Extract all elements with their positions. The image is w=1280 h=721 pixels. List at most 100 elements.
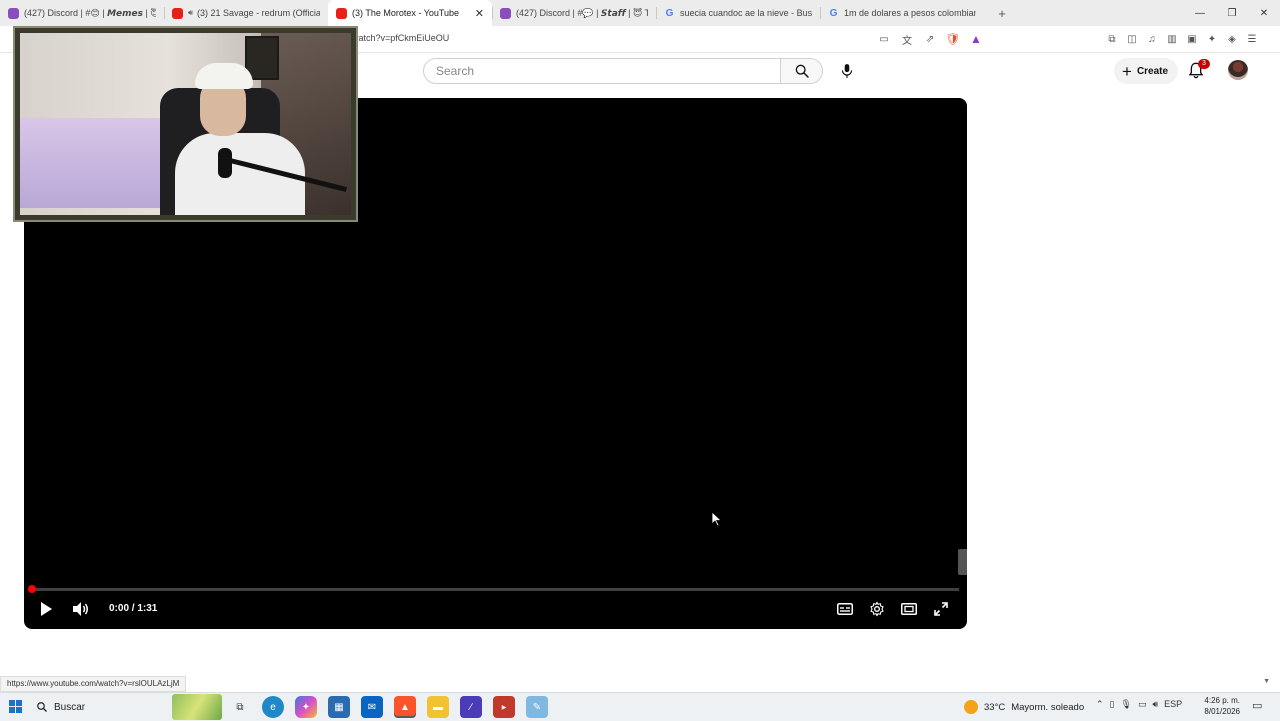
gear-icon [870, 601, 884, 617]
google-icon: G [829, 7, 838, 19]
youtube-icon [172, 7, 183, 19]
progress-bar[interactable] [32, 588, 959, 591]
tab-title: suecia cuandoc ae la nieve - Buscar c [680, 8, 812, 18]
close-window-icon[interactable]: ✕ [1248, 0, 1280, 26]
search-button[interactable] [781, 58, 823, 84]
brave-shield-icon[interactable]: 🛡︎ [945, 31, 961, 47]
search-input[interactable] [434, 63, 780, 79]
copilot-icon[interactable]: ✦ [295, 696, 317, 718]
search-highlight-image[interactable] [172, 694, 222, 720]
tab-title: (3) The Morotex - YouTube [352, 8, 460, 18]
microsoft-store-icon[interactable]: ▦ [328, 696, 350, 718]
mouse-cursor-icon [712, 512, 722, 527]
extensions-icon[interactable]: ⧉ [1104, 31, 1120, 47]
weather-temperature: 33°C [984, 701, 1006, 713]
screenshot-icon[interactable]: ◫ [1124, 31, 1140, 47]
tab-title: 1m de dolares a pesos colombianos [844, 8, 976, 18]
obs-like-app-icon[interactable]: ∕ [460, 696, 482, 718]
webcam-bed [20, 118, 170, 208]
speaker-icon[interactable]: 🔊︎ [188, 8, 193, 18]
volume-button[interactable] [70, 598, 92, 620]
usb-icon[interactable]: ▯ [1110, 699, 1115, 710]
search-icon [37, 702, 47, 712]
youtube-icon [336, 7, 347, 19]
taskbar-search-label: Buscar [54, 701, 86, 713]
tab-21-savage[interactable]: 🔊︎ (3) 21 Savage - redrum (Official V [164, 0, 328, 26]
avatar[interactable] [1228, 60, 1248, 80]
scroll-down-arrow-icon[interactable]: ▼ [1263, 678, 1270, 685]
extension-icons: ⧉ ◫ ♫ ▥ ▣ ✦ ◈ ☰ [1104, 31, 1260, 47]
side-panel-handle[interactable] [958, 549, 967, 575]
close-tab-icon[interactable]: ✕ [475, 7, 484, 20]
settings-button[interactable] [866, 598, 888, 620]
system-tray: ⌃ ▯ 🎙︎ ▭ 🔊︎ ESP [1096, 699, 1182, 710]
notification-center-icon[interactable]: ▭ [1252, 699, 1262, 712]
tab-title: (427) Discord | #💬 | 𝙎𝙩𝙖𝙛𝙛 | 😇 The [516, 7, 648, 18]
tab-google-dolares[interactable]: G 1m de dolares a pesos colombianos [820, 0, 984, 26]
subtitles-icon [837, 603, 853, 615]
voice-search-button[interactable] [834, 58, 860, 84]
theater-mode-button[interactable] [898, 598, 920, 620]
leo-ai-icon[interactable]: ✦ [1204, 31, 1220, 47]
clock-time: 4:26 p. m. [1204, 696, 1240, 705]
address-bar-actions: ▭ 文 ⇗ 🛡︎ ▲ [876, 31, 984, 47]
fullscreen-button[interactable] [930, 598, 952, 620]
play-icon [41, 602, 52, 616]
volume-icon [73, 602, 88, 616]
tab-strip: (427) Discord | #😊 | 𝙈𝙚𝙢𝙚𝙨 | 😇 Th 🔊︎ (3)… [0, 0, 1280, 26]
url-text[interactable]: watch?v=pfCkmEiUeOU [352, 33, 449, 43]
wallet-icon[interactable]: ▣ [1184, 31, 1200, 47]
cast-icon[interactable]: ▭ [876, 31, 892, 47]
tab-morotex-youtube[interactable]: (3) The Morotex - YouTube ✕ [328, 0, 492, 26]
create-button[interactable]: + Create [1114, 58, 1179, 84]
outlook-icon[interactable]: ✉ [361, 696, 383, 718]
tab-discord-staff[interactable]: (427) Discord | #💬 | 𝙎𝙩𝙖𝙛𝙛 | 😇 The [492, 0, 656, 26]
menu-icon[interactable]: ☰ [1244, 31, 1260, 47]
notifications-button[interactable]: 3 [1188, 59, 1210, 81]
brave-browser-icon[interactable]: ▲ [394, 696, 416, 718]
notepad-icon[interactable]: ✎ [526, 696, 548, 718]
clock[interactable]: 4:26 p. m. 8/01/2026 [1200, 695, 1240, 717]
window-controls: — ❐ ✕ [1184, 0, 1280, 26]
vpn-icon[interactable]: ◈ [1224, 31, 1240, 47]
taskbar-apps: ⧉ e ✦ ▦ ✉ ▲ ▬ ∕ ▶ ✎ [229, 696, 548, 718]
share-icon[interactable]: ⇗ [922, 31, 938, 47]
tab-title: (3) 21 Savage - redrum (Official V [197, 8, 320, 18]
speaker-tray-icon[interactable]: 🔊︎ [1152, 699, 1158, 710]
tab-title: (427) Discord | #😊 | 𝙈𝙚𝙢𝙚𝙨 | 😇 Th [24, 7, 156, 18]
subtitles-button[interactable] [834, 598, 856, 620]
taskbar-search[interactable]: Buscar [36, 697, 85, 717]
sidebar-icon[interactable]: ▥ [1164, 31, 1180, 47]
minimize-icon[interactable]: — [1184, 0, 1216, 26]
task-view-icon[interactable]: ⧉ [229, 696, 251, 718]
edge-icon[interactable]: e [262, 696, 284, 718]
play-button[interactable] [36, 598, 56, 620]
tab-discord-memes[interactable]: (427) Discord | #😊 | 𝙈𝙚𝙢𝙚𝙨 | 😇 Th [0, 0, 164, 26]
music-icon[interactable]: ♫ [1144, 31, 1160, 47]
time-display: 0:00 / 1:31 [109, 603, 158, 614]
theater-icon [901, 603, 917, 615]
tab-google-suecia[interactable]: G suecia cuandoc ae la nieve - Buscar c [656, 0, 820, 26]
google-icon: G [665, 7, 674, 19]
file-explorer-icon[interactable]: ▬ [427, 696, 449, 718]
language-indicator[interactable]: ESP [1164, 699, 1182, 710]
new-tab-button[interactable]: + [990, 0, 1014, 26]
taskbar: Buscar ⧉ e ✦ ▦ ✉ ▲ ▬ ∕ ▶ ✎ 33°C Mayorm. … [0, 692, 1280, 721]
brave-rewards-icon[interactable]: ▲ [968, 31, 984, 47]
webcam-person-cap [195, 63, 253, 89]
translate-icon[interactable]: 文 [899, 31, 915, 47]
webcam-overlay [13, 26, 358, 222]
progress-scrubber[interactable] [28, 585, 36, 593]
create-label: Create [1136, 65, 1169, 77]
windows-start-icon[interactable] [9, 700, 22, 713]
microphone-icon [841, 64, 853, 78]
microphone-tray-icon[interactable]: 🎙︎ [1121, 699, 1132, 710]
network-icon[interactable]: ▭ [1138, 699, 1147, 710]
restore-icon[interactable]: ❐ [1216, 0, 1248, 26]
fullscreen-icon [934, 602, 948, 616]
chevron-up-icon[interactable]: ⌃ [1096, 699, 1104, 710]
weather-widget[interactable]: 33°C Mayorm. soleado [964, 697, 1084, 717]
discord-icon [8, 7, 19, 19]
status-url: https://www.youtube.com/watch?v=rslOULAz… [0, 676, 187, 692]
video-editor-icon[interactable]: ▶ [493, 696, 515, 718]
